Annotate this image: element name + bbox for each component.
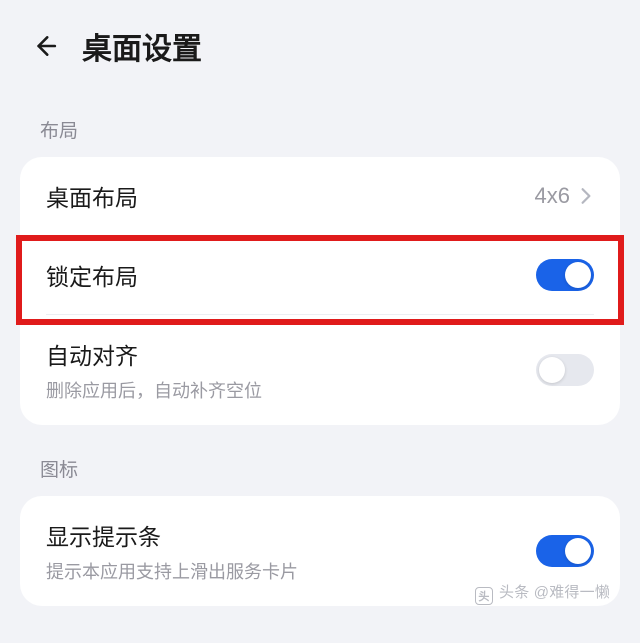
row-lock-layout[interactable]: 锁定布局 bbox=[20, 236, 620, 314]
row-auto-align[interactable]: 自动对齐 删除应用后，自动补齐空位 bbox=[20, 315, 620, 425]
desc-auto-align: 删除应用后，自动补齐空位 bbox=[46, 377, 262, 403]
watermark-logo-icon: 头 bbox=[475, 587, 493, 605]
value-desktop-layout: 4x6 bbox=[535, 183, 570, 209]
toggle-lock-layout[interactable] bbox=[536, 259, 594, 291]
label-desktop-layout: 桌面布局 bbox=[46, 179, 138, 213]
section-label-layout: 布局 bbox=[0, 86, 640, 157]
label-show-hint-bar: 显示提示条 bbox=[46, 518, 298, 552]
card-layout: 桌面布局 4x6 锁定布局 自动对齐 删除应用后，自动补齐空位 bbox=[20, 157, 620, 425]
desc-show-hint-bar: 提示本应用支持上滑出服务卡片 bbox=[46, 558, 298, 584]
toggle-show-hint-bar[interactable] bbox=[536, 535, 594, 567]
label-auto-align: 自动对齐 bbox=[46, 337, 262, 371]
toggle-auto-align[interactable] bbox=[536, 354, 594, 386]
arrow-left-icon bbox=[31, 33, 57, 59]
watermark: 头头条 @难得一懒 bbox=[475, 581, 610, 605]
label-lock-layout: 锁定布局 bbox=[46, 258, 138, 292]
header: 桌面设置 bbox=[0, 0, 640, 86]
chevron-right-icon bbox=[580, 189, 594, 203]
watermark-text: 头条 @难得一懒 bbox=[499, 584, 610, 601]
back-button[interactable] bbox=[28, 30, 60, 62]
section-label-icons: 图标 bbox=[0, 425, 640, 496]
page-title: 桌面设置 bbox=[82, 24, 202, 68]
row-desktop-layout[interactable]: 桌面布局 4x6 bbox=[20, 157, 620, 235]
